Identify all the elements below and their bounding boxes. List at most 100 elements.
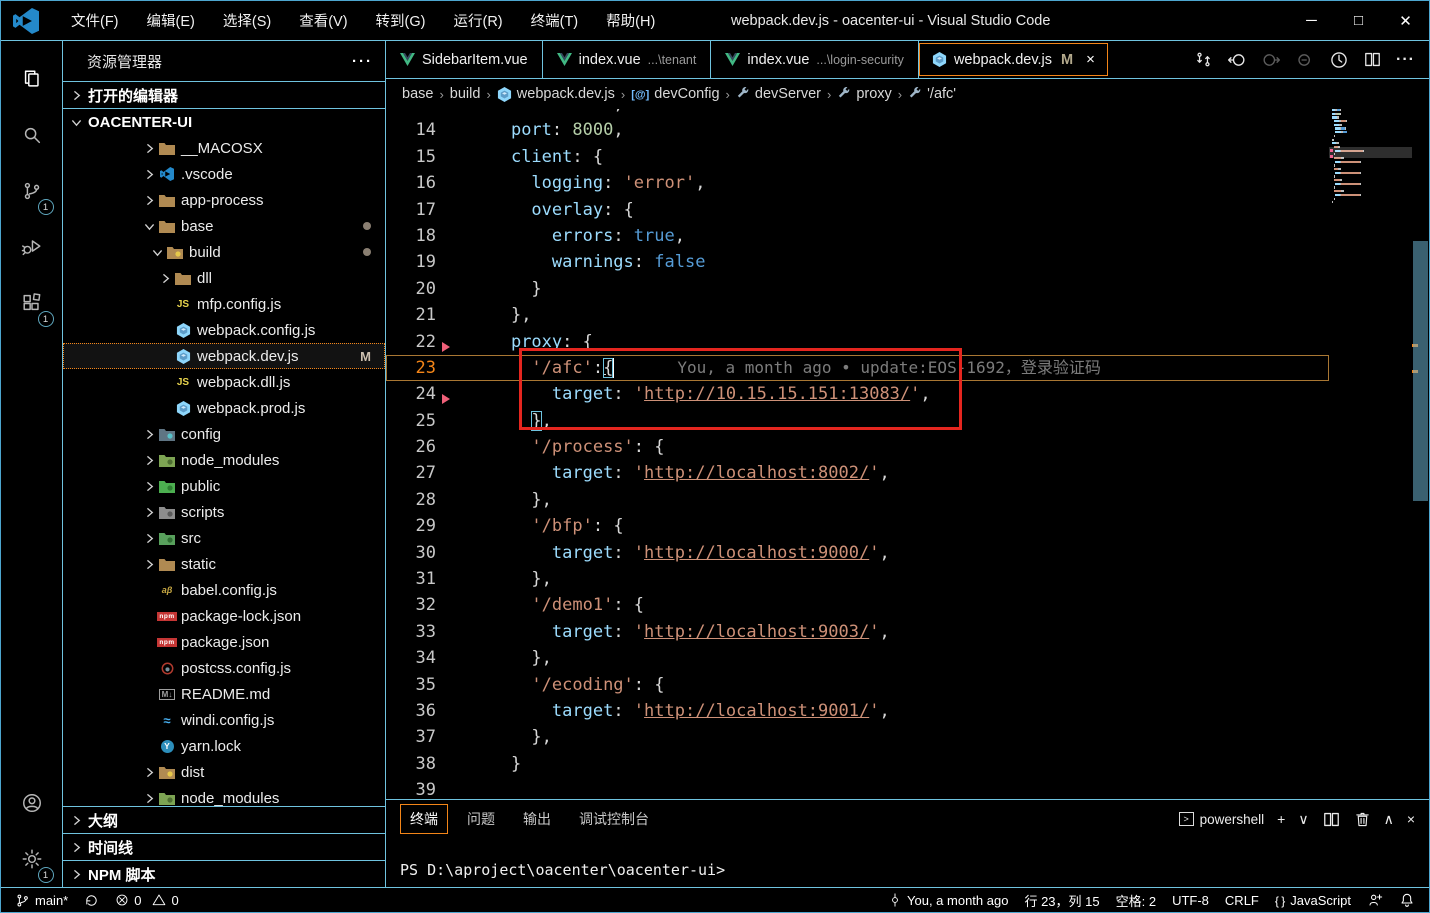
tree-item-scripts[interactable]: scripts bbox=[63, 499, 385, 525]
panel-tab-调试控制台[interactable]: 调试控制台 bbox=[570, 805, 658, 833]
tree-item-webpack.dll.js[interactable]: JSwebpack.dll.js bbox=[63, 369, 385, 395]
tree-item-yarn.lock[interactable]: Yyarn.lock bbox=[63, 733, 385, 759]
code-line-21[interactable]: 21 }, bbox=[386, 302, 1329, 328]
menu-goto[interactable]: 转到(G) bbox=[362, 1, 440, 40]
open-editors-section[interactable]: 打开的编辑器 bbox=[63, 81, 385, 108]
menu-terminal[interactable]: 终端(T) bbox=[517, 1, 593, 40]
tab-webpack.dev.js[interactable]: webpack.dev.jsM× bbox=[919, 43, 1108, 76]
menu-file[interactable]: 文件(F) bbox=[57, 1, 133, 40]
code-line-19[interactable]: 19 warnings: false bbox=[386, 249, 1329, 275]
status-encoding[interactable]: UTF-8 bbox=[1172, 893, 1209, 908]
status-git-blame[interactable]: You, a month ago bbox=[888, 893, 1008, 908]
sidebar-section-NPM 脚本[interactable]: NPM 脚本 bbox=[63, 860, 385, 887]
status-indentation[interactable]: 空格: 2 bbox=[1116, 891, 1156, 910]
tab-close-icon[interactable]: × bbox=[1086, 51, 1095, 68]
status-sync[interactable] bbox=[84, 893, 99, 908]
code-line-39[interactable]: 39 bbox=[386, 777, 1329, 799]
tree-item-babel.config.js[interactable]: aβbabel.config.js bbox=[63, 577, 385, 603]
new-terminal-button[interactable]: + bbox=[1277, 811, 1285, 827]
close-window-button[interactable]: ✕ bbox=[1382, 1, 1429, 40]
minimize-window-button[interactable]: ─ bbox=[1288, 1, 1335, 40]
maximize-panel-icon[interactable]: ∧ bbox=[1384, 811, 1394, 828]
go-to-last-edit-icon[interactable] bbox=[1295, 50, 1315, 70]
code-line-37[interactable]: 37 }, bbox=[386, 724, 1329, 750]
editor-scrollbar[interactable] bbox=[1412, 109, 1429, 799]
tree-item-package-lock.json[interactable]: npmpackage-lock.json bbox=[63, 603, 385, 629]
tree-item-package.json[interactable]: npmpackage.json bbox=[63, 629, 385, 655]
terminal-dropdown-icon[interactable]: ∨ bbox=[1298, 811, 1308, 828]
code-line-14[interactable]: 14 port: 8000, bbox=[386, 117, 1329, 143]
activitybar-run-debug[interactable] bbox=[8, 219, 56, 275]
code-line-36[interactable]: 36 target: 'http://localhost:9001/', bbox=[386, 698, 1329, 724]
tree-item-dll[interactable]: dll bbox=[63, 265, 385, 291]
code-line-15[interactable]: 15 client: { bbox=[386, 144, 1329, 170]
close-panel-icon[interactable]: × bbox=[1407, 811, 1415, 827]
tree-item-base[interactable]: base bbox=[63, 213, 385, 239]
code-line-18[interactable]: 18 errors: true, bbox=[386, 223, 1329, 249]
menu-help[interactable]: 帮助(H) bbox=[592, 1, 669, 40]
code-line-34[interactable]: 34 }, bbox=[386, 645, 1329, 671]
scrollbar-thumb[interactable] bbox=[1413, 241, 1428, 501]
tree-item-webpack.prod.js[interactable]: webpack.prod.js bbox=[63, 395, 385, 421]
status-eol[interactable]: CRLF bbox=[1225, 893, 1259, 908]
status-git-branch[interactable]: main* bbox=[15, 893, 68, 908]
code-line-16[interactable]: 16 logging: 'error', bbox=[386, 170, 1329, 196]
code-line-38[interactable]: 38 } bbox=[386, 751, 1329, 777]
code-line-33[interactable]: 33 target: 'http://localhost:9003/', bbox=[386, 619, 1329, 645]
code-line-26[interactable]: 26 '/process': { bbox=[386, 434, 1329, 460]
panel-tab-终端[interactable]: 终端 bbox=[400, 804, 448, 834]
status-language[interactable]: { }JavaScript bbox=[1275, 893, 1351, 908]
split-editor-icon[interactable] bbox=[1363, 50, 1382, 69]
sidebar-section-大纲[interactable]: 大纲 bbox=[63, 806, 385, 833]
code-line-13[interactable]: 13 host: true, bbox=[386, 109, 1329, 117]
menu-edit[interactable]: 编辑(E) bbox=[133, 1, 209, 40]
code-line-17[interactable]: 17 overlay: { bbox=[386, 197, 1329, 223]
activitybar-account[interactable] bbox=[8, 775, 56, 831]
status-problems[interactable]: 00 bbox=[115, 893, 178, 908]
breadcrumb-build[interactable]: build bbox=[450, 86, 481, 102]
tree-item-dist[interactable]: dist bbox=[63, 759, 385, 785]
panel-tab-输出[interactable]: 输出 bbox=[514, 805, 560, 833]
code-line-32[interactable]: 32 '/demo1': { bbox=[386, 592, 1329, 618]
code-line-31[interactable]: 31 }, bbox=[386, 566, 1329, 592]
activitybar-settings[interactable]: 1 bbox=[8, 831, 56, 887]
code-line-30[interactable]: 30 target: 'http://localhost:9000/', bbox=[386, 540, 1329, 566]
tree-item-mfp.config.js[interactable]: JSmfp.config.js bbox=[63, 291, 385, 317]
tree-item-webpack.config.js[interactable]: webpack.config.js bbox=[63, 317, 385, 343]
terminal-shell-selector[interactable]: >powershell bbox=[1179, 812, 1265, 827]
navigate-back-icon[interactable] bbox=[1227, 50, 1247, 70]
tree-item-__MACOSX[interactable]: __MACOSX bbox=[63, 135, 385, 161]
tree-item-.vscode[interactable]: .vscode bbox=[63, 161, 385, 187]
tab-index.vue[interactable]: index.vue...\tenant bbox=[543, 41, 712, 78]
menu-run[interactable]: 运行(R) bbox=[439, 1, 516, 40]
tab-index.vue[interactable]: index.vue...\login-security bbox=[711, 41, 919, 78]
tree-item-build[interactable]: build bbox=[63, 239, 385, 265]
minimap[interactable] bbox=[1329, 109, 1412, 799]
activitybar-source-control[interactable]: 1 bbox=[8, 163, 56, 219]
status-feedback[interactable] bbox=[1367, 892, 1383, 908]
split-terminal-icon[interactable] bbox=[1322, 810, 1341, 829]
terminal-content[interactable]: PS D:\aproject\oacenter\oacenter-ui> bbox=[400, 861, 725, 879]
status-notifications[interactable] bbox=[1399, 892, 1415, 908]
tree-item-README.md[interactable]: M↓README.md bbox=[63, 681, 385, 707]
code-line-28[interactable]: 28 }, bbox=[386, 487, 1329, 513]
breadcrumb-devConfig[interactable]: [@]devConfig bbox=[631, 86, 719, 102]
workspace-root[interactable]: OACENTER-UI bbox=[63, 108, 385, 135]
breadcrumb-devServer[interactable]: devServer bbox=[736, 86, 821, 102]
breadcrumb-proxy[interactable]: proxy bbox=[837, 86, 891, 102]
sidebar-more-actions-icon[interactable]: ··· bbox=[352, 53, 373, 70]
timeline-clock-icon[interactable] bbox=[1329, 50, 1349, 70]
tree-item-public[interactable]: public bbox=[63, 473, 385, 499]
tree-item-webpack.dev.js[interactable]: webpack.dev.jsM bbox=[63, 343, 385, 369]
tree-item-node_modules[interactable]: node_modules bbox=[63, 447, 385, 473]
tree-item-postcss.config.js[interactable]: postcss.config.js bbox=[63, 655, 385, 681]
panel-tab-问题[interactable]: 问题 bbox=[458, 805, 504, 833]
tree-item-app-process[interactable]: app-process bbox=[63, 187, 385, 213]
code-line-20[interactable]: 20 } bbox=[386, 276, 1329, 302]
code-line-27[interactable]: 27 target: 'http://localhost:8002/', bbox=[386, 460, 1329, 486]
status-cursor-position[interactable]: 行 23，列 15 bbox=[1024, 891, 1099, 910]
kill-terminal-icon[interactable] bbox=[1354, 811, 1371, 828]
open-changes-icon[interactable] bbox=[1194, 50, 1213, 69]
sidebar-section-时间线[interactable]: 时间线 bbox=[63, 833, 385, 860]
activitybar-search[interactable] bbox=[8, 107, 56, 163]
